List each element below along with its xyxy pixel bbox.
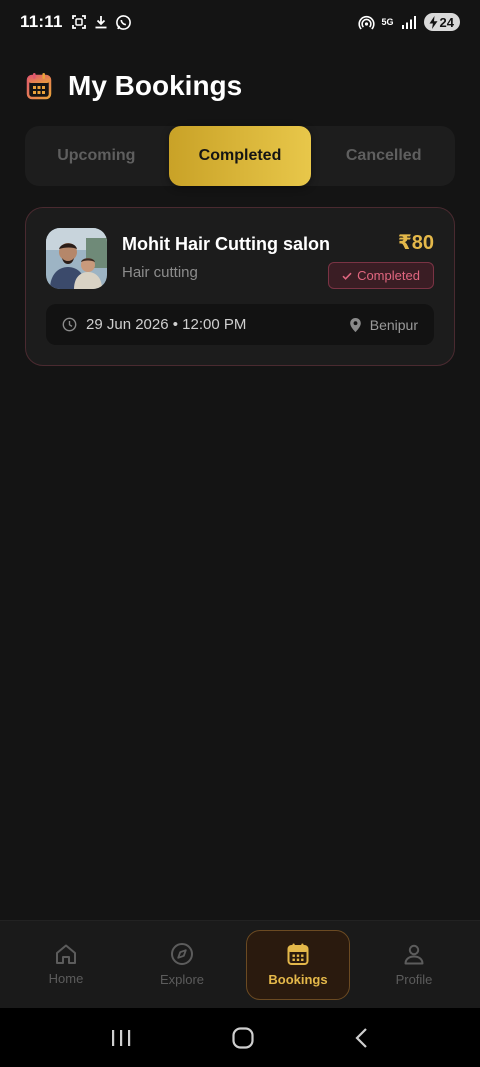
tab-completed[interactable]: Completed	[168, 126, 312, 186]
calendar-icon	[26, 73, 52, 100]
booking-datetime: 29 Jun 2026 • 12:00 PM	[62, 316, 246, 333]
nav-explore-label: Explore	[159, 972, 205, 987]
recent-apps-icon[interactable]	[110, 1028, 132, 1048]
booking-location-text: Benipur	[369, 316, 418, 333]
salon-name: Mohit Hair Cutting salon	[122, 234, 330, 254]
home-icon	[56, 944, 76, 964]
battery-level: 24	[439, 14, 454, 30]
status-time: 11:11	[20, 12, 63, 31]
status-right: 5G 24	[357, 13, 460, 31]
page-header: My Bookings	[26, 70, 242, 102]
back-icon[interactable]	[354, 1027, 370, 1049]
tab-cancelled[interactable]: Cancelled	[312, 126, 455, 186]
nav-bookings[interactable]: Bookings	[246, 929, 350, 1000]
booking-card[interactable]: Mohit Hair Cutting salon Hair cutting ₹8…	[25, 207, 455, 366]
booking-location: Benipur	[349, 316, 418, 333]
nav-profile-label: Profile	[395, 972, 433, 987]
person-icon	[404, 944, 424, 965]
tab-upcoming[interactable]: Upcoming	[25, 126, 168, 186]
network-type: 5G	[381, 17, 394, 27]
compass-icon	[171, 943, 193, 965]
home-button-icon[interactable]	[231, 1026, 255, 1050]
battery-indicator: 24	[423, 13, 460, 31]
battery-charging-icon	[429, 15, 438, 29]
salon-avatar	[46, 228, 107, 289]
nav-explore[interactable]: Explore	[130, 930, 234, 1000]
service-name: Hair cutting	[122, 264, 198, 281]
system-navigation-bar	[0, 1008, 480, 1067]
status-notification-icons	[71, 14, 132, 31]
nav-home[interactable]: Home	[14, 930, 118, 1000]
check-icon	[342, 272, 352, 280]
signal-icon	[401, 15, 416, 29]
booking-price: ₹80	[397, 232, 434, 254]
status-left: 11:11	[20, 12, 132, 32]
booking-info-row: 29 Jun 2026 • 12:00 PM Benipur	[46, 304, 434, 345]
calendar-icon	[287, 943, 309, 965]
location-pin-icon	[349, 317, 361, 332]
hotspot-icon	[357, 15, 375, 30]
download-icon	[95, 16, 107, 29]
bottom-navigation: Home Explore Bookings Profile	[0, 920, 480, 1008]
nav-home-label: Home	[48, 971, 84, 986]
clock-icon	[62, 317, 77, 332]
nav-bookings-label: Bookings	[268, 972, 328, 987]
status-badge-label: Completed	[357, 268, 420, 283]
booking-datetime-text: 29 Jun 2026 • 12:00 PM	[86, 316, 247, 333]
booking-status-tabs: Upcoming Completed Cancelled	[25, 126, 455, 186]
nav-profile[interactable]: Profile	[362, 930, 466, 1000]
whatsapp-icon	[115, 14, 131, 30]
status-badge: Completed	[328, 262, 434, 289]
page-title: My Bookings	[68, 70, 243, 101]
status-bar: 11:11 5G 24	[0, 0, 480, 44]
screenshot-icon	[71, 15, 86, 29]
